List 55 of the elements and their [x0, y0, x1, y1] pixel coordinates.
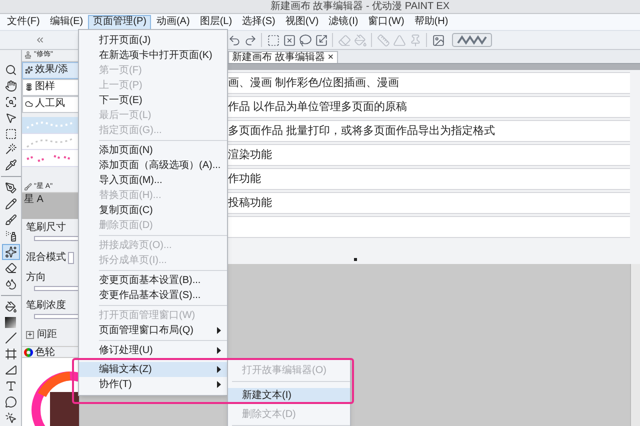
menu-option[interactable]: 打开页面(J): [79, 33, 227, 48]
menu-item[interactable]: 选择(S): [237, 14, 280, 30]
property-label: 笔刷浓度: [26, 300, 67, 312]
menu-option[interactable]: 协作(T): [79, 377, 227, 392]
menu-option[interactable]: 下一页(E): [79, 93, 227, 108]
menu-item[interactable]: 图层(L): [194, 14, 238, 30]
menu-item[interactable]: 帮助(H): [409, 14, 454, 30]
menu-option[interactable]: 新建文本(I): [228, 388, 350, 403]
property-label: 方向: [26, 272, 47, 284]
menu-option[interactable]: 在新选项卡中打开页面(K): [79, 48, 227, 63]
menu-option[interactable]: 变更作品基本设置(S)...: [79, 288, 227, 303]
sparkle-icon[interactable]: [2, 244, 20, 260]
slider-track[interactable]: [34, 314, 80, 319]
document-tab[interactable]: 新建画布 故事编辑器 ×: [228, 51, 338, 63]
collapse-icon[interactable]: [35, 35, 45, 45]
sub-tool-tab[interactable]: 效果/添: [22, 62, 79, 79]
property-label: 间距: [37, 329, 57, 342]
stamp-icon: [24, 51, 32, 60]
menu-option[interactable]: 页面管理窗口布局(Q): [79, 323, 227, 338]
sub-tool-tab[interactable]: 人工风: [22, 96, 79, 113]
sub-tool-tab[interactable]: 图样: [22, 78, 79, 96]
brush-icon: [24, 182, 32, 191]
menu-item[interactable]: 窗口(W): [363, 14, 410, 30]
sparkle-icon: [25, 66, 33, 74]
menu-item[interactable]: 视图(V): [280, 14, 324, 30]
close-icon[interactable]: ×: [328, 52, 334, 63]
select-all-icon[interactable]: [265, 32, 281, 48]
slider-track[interactable]: [34, 286, 80, 291]
expand-button[interactable]: +: [26, 331, 34, 340]
menu-item[interactable]: 编辑(E): [44, 14, 88, 30]
slider-track[interactable]: [34, 236, 80, 242]
menu-option[interactable]: 修订处理(U): [79, 343, 227, 358]
window-title: 新建画布 故事编辑器 - 优动漫 PAINT EX: [270, 0, 450, 12]
lasso-icon[interactable]: [297, 32, 313, 48]
flower-icon: [25, 83, 33, 92]
page-marker-icon: [354, 258, 356, 261]
color-wheel-icon: [24, 348, 33, 357]
menu-item[interactable]: 滤镜(I): [324, 14, 364, 30]
menu-option[interactable]: 添加页面(N): [79, 143, 227, 158]
property-label: 混合模式: [26, 252, 66, 264]
preview-label: 星 A: [24, 194, 44, 206]
scrollbar[interactable]: [630, 264, 640, 426]
deselect-icon[interactable]: [281, 32, 297, 48]
menu-item[interactable]: 文件(F): [2, 14, 45, 30]
property-label: 笔刷尺寸: [26, 222, 67, 234]
menu-item[interactable]: 动画(A): [151, 14, 195, 30]
menu-option[interactable]: 编辑文本(Z): [79, 362, 227, 377]
dropdown-field[interactable]: [68, 252, 74, 264]
menu-option[interactable]: 变更页面基本设置(B)...: [79, 273, 227, 288]
color-panel-tab[interactable]: 色轮: [35, 346, 55, 358]
menu-option[interactable]: 导入页面(M)...: [79, 173, 227, 188]
transform-icon[interactable]: [313, 32, 329, 48]
menu-item[interactable]: 页面管理(P): [88, 14, 152, 30]
cloud-icon: [25, 100, 33, 108]
image-icon[interactable]: [430, 32, 446, 48]
